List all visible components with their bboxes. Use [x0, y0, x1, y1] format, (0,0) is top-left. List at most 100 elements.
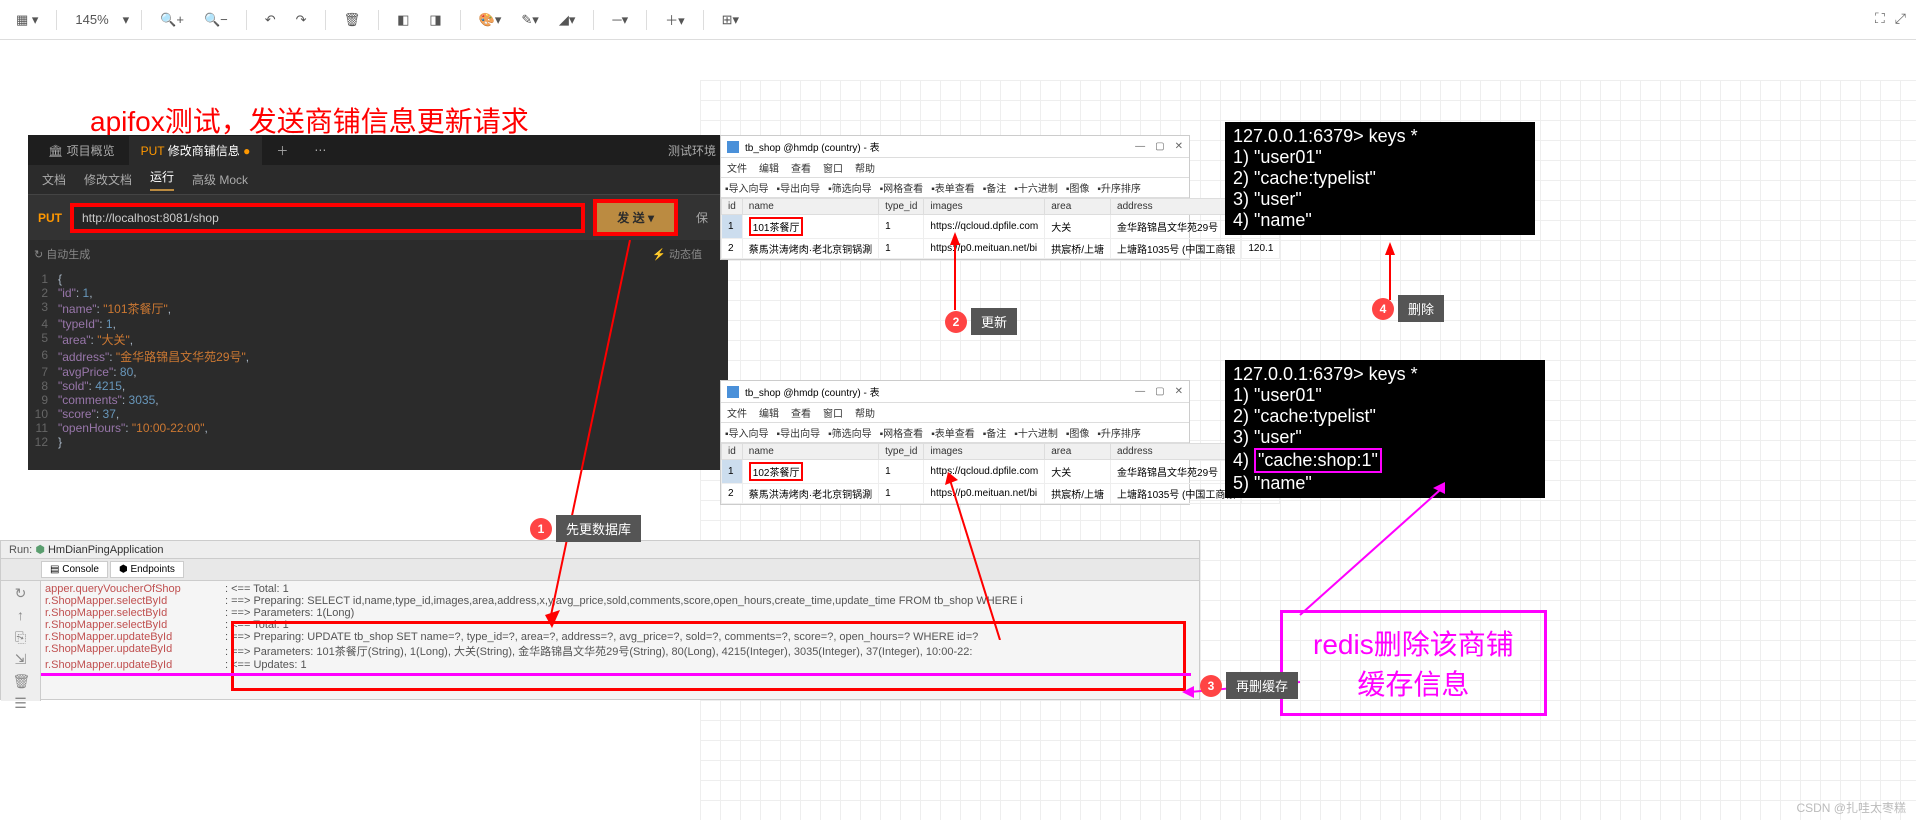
menu-item[interactable]: 窗口: [823, 160, 843, 175]
menu-item[interactable]: 文件: [727, 160, 747, 175]
redis-prompt: 127.0.0.1:6379> keys *: [1233, 364, 1537, 385]
db-title: tb_shop @hmdp (country) - 表: [745, 139, 880, 154]
tab-add[interactable]: ＋: [264, 136, 300, 165]
line-icon[interactable]: ─▾: [606, 8, 634, 32]
ide-tabs: ▤ Console ⬢ Endpoints: [1, 559, 1199, 581]
gutter-button[interactable]: 🗑: [13, 673, 29, 689]
layout-icon[interactable]: ▦ ▾: [10, 8, 44, 32]
request-row: PUT http://localhost:8081/shop 发 送 ▾ 保: [28, 195, 728, 240]
gutter-button[interactable]: ☰: [13, 695, 29, 711]
db-table[interactable]: idnametype_idimagesareaaddressx1102茶餐厅1h…: [721, 443, 1280, 504]
delete-icon[interactable]: 🗑: [338, 8, 367, 32]
tool-item[interactable]: ▪导入向导: [725, 180, 769, 195]
menu-item[interactable]: 帮助: [855, 160, 875, 175]
tab-overview[interactable]: 🏛 项目概览: [36, 136, 127, 165]
db-title: tb_shop @hmdp (country) - 表: [745, 384, 880, 399]
close-icon[interactable]: ✕: [1175, 386, 1183, 397]
dynamic-button[interactable]: ⚡ 动态值: [652, 246, 702, 262]
annotation-title: apifox测试，发送商铺信息更新请求: [90, 100, 529, 140]
send-button[interactable]: 发 送 ▾: [593, 199, 678, 236]
save-button[interactable]: 保: [686, 203, 718, 232]
step-1: 1先更数据库: [530, 515, 641, 542]
step-4: 4删除: [1372, 295, 1444, 322]
db-table[interactable]: idnametype_idimagesareaaddressx1101茶餐厅1h…: [721, 198, 1280, 259]
tool-item[interactable]: ▪导入向导: [725, 425, 769, 440]
tool-item[interactable]: ▪表单查看: [931, 425, 975, 440]
tab-endpoints[interactable]: ⬢ Endpoints: [110, 561, 184, 578]
grid-icon[interactable]: ⊞▾: [716, 8, 745, 32]
tool-item[interactable]: ▪图像: [1066, 180, 1090, 195]
url-input[interactable]: http://localhost:8081/shop: [70, 203, 585, 233]
tool-item[interactable]: ▪网格查看: [880, 180, 924, 195]
db-window-after: tb_shop @hmdp (country) - 表 — ▢ ✕ 文件编辑查看窗口帮…: [720, 380, 1190, 505]
tool-item[interactable]: ▪表单查看: [931, 180, 975, 195]
tool-item[interactable]: ▪升序排序: [1097, 425, 1141, 440]
menu-item[interactable]: 查看: [791, 160, 811, 175]
min-icon[interactable]: —: [1135, 386, 1145, 397]
auto-gen-button[interactable]: ↻ 自动生成: [34, 246, 90, 262]
apifox-panel: 🏛 项目概览 PUT 修改商铺信息 ● ＋ ⋯ 测试环境 文档 修改文档 运行 …: [28, 135, 728, 470]
http-method[interactable]: PUT: [38, 211, 62, 225]
gutter-button[interactable]: ⎘: [13, 629, 29, 645]
menu-item[interactable]: 窗口: [823, 405, 843, 420]
front-icon[interactable]: ◧: [391, 8, 415, 32]
pen-icon[interactable]: ✎▾: [515, 8, 544, 32]
tool-item[interactable]: ▪导出向导: [777, 425, 821, 440]
tool-item[interactable]: ▪图像: [1066, 425, 1090, 440]
json-body[interactable]: 1{2"id": 1,3"name": "101茶餐厅",4"typeId": …: [28, 268, 728, 453]
back-icon[interactable]: ◨: [423, 8, 447, 32]
menu-item[interactable]: 帮助: [855, 405, 875, 420]
zoom-level[interactable]: 145%: [69, 8, 114, 31]
run-bar: Run: ⬢ HmDianPingApplication: [1, 541, 1199, 559]
gutter-button[interactable]: ↻: [13, 585, 29, 601]
db-toolbar: ▪导入向导 ▪导出向导 ▪筛选向导 ▪网格查看 ▪表单查看 ▪备注 ▪十六进制 ▪图像 ▪升序排…: [721, 178, 1189, 198]
max-icon[interactable]: ▢: [1155, 386, 1164, 397]
redis-note: redis删除该商铺 缓存信息: [1280, 610, 1547, 716]
tool-item[interactable]: ▪升序排序: [1097, 180, 1141, 195]
tool-item[interactable]: ▪导出向导: [777, 180, 821, 195]
db-menu: 文件编辑查看窗口帮助: [721, 158, 1189, 178]
menu-item[interactable]: 编辑: [759, 160, 779, 175]
tool-item[interactable]: ▪十六进制: [1014, 180, 1058, 195]
tool-item[interactable]: ▪备注: [983, 180, 1007, 195]
fill-icon[interactable]: 🎨▾: [473, 8, 508, 32]
tool-item[interactable]: ▪十六进制: [1014, 425, 1058, 440]
gutter-button[interactable]: ↑: [13, 607, 29, 623]
tool-item[interactable]: ▪筛选向导: [828, 425, 872, 440]
undo-icon[interactable]: ↶: [259, 8, 282, 32]
close-icon[interactable]: ✕: [1175, 141, 1183, 152]
redo-icon[interactable]: ↷: [290, 8, 313, 32]
ide-panel: Run: ⬢ HmDianPingApplication ▤ Console ⬢…: [0, 540, 1200, 700]
subtab-doc[interactable]: 文档: [42, 171, 66, 188]
menu-item[interactable]: 文件: [727, 405, 747, 420]
shadow-icon[interactable]: ◢▾: [553, 8, 582, 32]
redis-terminal-after: 127.0.0.1:6379> keys * 1) "user01"2) "ca…: [1225, 360, 1545, 498]
tool-item[interactable]: ▪备注: [983, 425, 1007, 440]
ide-log[interactable]: apper.queryVoucherOfShop : <== Total: 1r…: [41, 581, 1199, 701]
apifox-subtabs: 文档 修改文档 运行 高级 Mock: [28, 165, 728, 195]
watermark: CSDN @扎哇太枣糕: [1796, 799, 1906, 816]
expand-icon[interactable]: ⤢: [1895, 10, 1906, 27]
add-icon[interactable]: ＋▾: [659, 6, 691, 33]
db-icon: [727, 141, 739, 153]
tab-request[interactable]: PUT 修改商铺信息 ●: [129, 136, 263, 165]
tool-item[interactable]: ▪筛选向导: [828, 180, 872, 195]
fullscreen-icon[interactable]: ⛶: [1875, 10, 1885, 27]
top-toolbar: ▦ ▾ 145%▾ 🔍+ 🔍− ↶ ↷ 🗑 ◧ ◨ 🎨▾ ✎▾ ◢▾ ─▾ ＋▾…: [0, 0, 1916, 40]
min-icon[interactable]: —: [1135, 141, 1145, 152]
tab-console[interactable]: ▤ Console: [41, 561, 108, 578]
tool-item[interactable]: ▪网格查看: [880, 425, 924, 440]
subtab-run[interactable]: 运行: [150, 168, 174, 191]
menu-item[interactable]: 编辑: [759, 405, 779, 420]
gutter-button[interactable]: ⇲: [13, 651, 29, 667]
tab-more[interactable]: ⋯: [302, 137, 338, 163]
menu-item[interactable]: 查看: [791, 405, 811, 420]
zoom-out-icon[interactable]: 🔍−: [198, 8, 234, 32]
subtab-mock[interactable]: 高级 Mock: [192, 171, 248, 188]
top-right-controls: ⛶ ⤢: [1875, 10, 1906, 27]
env-select[interactable]: 测试环境: [656, 136, 728, 165]
zoom-in-icon[interactable]: 🔍+: [154, 8, 190, 32]
ide-gutter: ↻↑⎘⇲🗑☰: [1, 581, 41, 701]
subtab-modify[interactable]: 修改文档: [84, 171, 132, 188]
max-icon[interactable]: ▢: [1155, 141, 1164, 152]
